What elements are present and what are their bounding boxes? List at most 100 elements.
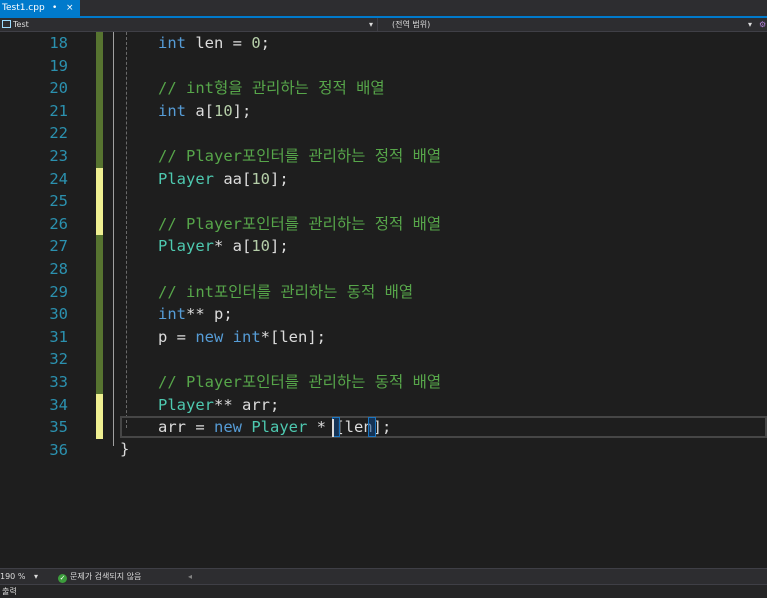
code-text: // int포인터를 관리하는 동적 배열 (158, 281, 413, 304)
code-token: * [len]; (307, 418, 392, 437)
line-number: 25 (49, 192, 68, 211)
code-token: Player (158, 169, 214, 188)
tab-test1-cpp[interactable]: Test1.cpp • × (0, 0, 80, 16)
code-token: ** p; (186, 305, 233, 324)
settings-icon[interactable]: ⚙ (759, 18, 766, 31)
code-token: // Player포인터를 관리하는 정적 배열 (158, 147, 442, 165)
code-token: int (158, 101, 186, 120)
code-text: Player aa[10]; (158, 168, 289, 191)
navigation-bar: Test ▾ (전역 범위) ▾ ⚙ (0, 18, 767, 32)
code-token: ]; (270, 237, 289, 256)
code-line[interactable]: 26 // Player포인터를 관리하는 정적 배열 (0, 212, 767, 236)
project-icon (2, 20, 11, 28)
output-panel-title: 출력 (2, 587, 17, 596)
code-line[interactable]: 34 Player** arr; (0, 393, 767, 417)
code-text: Player* a[10]; (158, 235, 289, 258)
code-line[interactable]: 25 (0, 190, 767, 213)
code-line[interactable]: 31 p = new int*[len]; (0, 325, 767, 349)
code-line[interactable]: 32 (0, 348, 767, 371)
code-line[interactable]: 33 // Player포인터를 관리하는 동적 배열 (0, 371, 767, 394)
change-marker (96, 280, 103, 304)
code-token: ; (260, 34, 271, 52)
code-token: *[len]; (260, 327, 326, 346)
line-number: 31 (49, 327, 68, 346)
code-token: new (195, 327, 224, 346)
change-marker (96, 303, 103, 326)
code-token: Player (251, 418, 308, 437)
change-marker (96, 77, 103, 100)
code-line[interactable]: 35 arr = new Player * [len]; (0, 416, 767, 439)
change-marker (96, 325, 103, 349)
code-line[interactable]: 18 int len = 0; (0, 32, 767, 55)
code-text: int a[10]; (158, 100, 251, 123)
check-circle-icon: ✓ (58, 574, 67, 583)
code-token: p = (158, 327, 196, 346)
code-token: 10 (251, 169, 270, 188)
change-marker (96, 32, 103, 55)
code-text: // int형을 관리하는 정적 배열 (158, 77, 385, 100)
change-marker (96, 348, 103, 371)
code-token: int (158, 34, 186, 52)
code-line[interactable]: 19 (0, 54, 767, 78)
line-number: 18 (49, 34, 68, 52)
code-line[interactable]: 27 Player* a[10]; (0, 235, 767, 258)
text-caret (332, 419, 334, 437)
code-line[interactable]: 29 // int포인터를 관리하는 동적 배열 (0, 280, 767, 304)
project-dropdown[interactable]: Test ▾ (0, 18, 378, 31)
code-line[interactable]: 20 // int형을 관리하는 정적 배열 (0, 77, 767, 100)
scope-dropdown[interactable]: (전역 범위) (392, 18, 430, 31)
code-token: Player (158, 395, 214, 414)
code-line[interactable]: 23 // Player포인터를 관리하는 정적 배열 (0, 145, 767, 168)
line-number: 20 (49, 79, 68, 98)
change-marker (96, 393, 103, 417)
line-number: 32 (49, 350, 68, 369)
close-icon[interactable]: × (66, 0, 74, 16)
scroll-left-icon[interactable]: ◂ (188, 569, 192, 584)
code-token: ]; (270, 169, 289, 188)
line-number: 28 (49, 260, 68, 278)
code-line[interactable]: 24 Player aa[10]; (0, 167, 767, 191)
code-token: 10 (251, 237, 270, 256)
line-number: 19 (49, 56, 68, 75)
issues-indicator[interactable]: ✓ 문제가 검색되지 않음 (58, 569, 141, 584)
code-token: // Player포인터를 관리하는 동적 배열 (158, 373, 442, 391)
code-editor[interactable]: 18 int len = 0; 19 20 // int형을 관리하는 정적 배열 21 i… (0, 32, 767, 568)
code-token: 0 (251, 34, 261, 52)
code-token: int (158, 305, 186, 324)
code-token: new (214, 418, 242, 437)
code-token: a[ (186, 101, 214, 120)
line-number: 36 (49, 440, 68, 459)
code-token: len = (186, 34, 252, 52)
change-marker (96, 145, 103, 168)
code-token: * a[ (214, 237, 252, 256)
code-line[interactable]: 22 (0, 122, 767, 145)
code-line[interactable]: 21 int a[10]; (0, 99, 767, 123)
change-marker (96, 167, 103, 191)
code-line[interactable]: 30 int** p; (0, 303, 767, 326)
line-number: 26 (49, 214, 68, 233)
code-text: Player** arr; (158, 394, 279, 417)
change-marker (96, 258, 103, 281)
code-line[interactable]: 36 (0, 439, 767, 462)
pin-icon[interactable]: • (52, 0, 57, 16)
project-name: Test (13, 20, 29, 29)
line-number: 34 (49, 395, 68, 414)
code-text: int len = 0; (158, 32, 270, 55)
code-line[interactable]: 28 (0, 258, 767, 281)
code-token: int (232, 327, 261, 346)
chevron-down-icon[interactable]: ▾ (34, 569, 38, 584)
zoom-level[interactable]: 190 % (0, 569, 25, 584)
code-text: // Player포인터를 관리하는 정적 배열 (158, 145, 441, 168)
document-tab-strip: Test1.cpp • × (0, 0, 767, 18)
line-number: 24 (49, 169, 68, 188)
chevron-down-icon[interactable]: ▾ (748, 18, 752, 31)
code-token: ]; (232, 101, 252, 120)
chevron-down-icon[interactable]: ▾ (369, 18, 373, 31)
line-number: 35 (49, 418, 68, 437)
code-text: int** p; (158, 303, 233, 326)
code-token: Player (158, 237, 214, 256)
code-token: arr = (158, 418, 214, 437)
code-text: // Player포인터를 관리하는 정적 배열 (158, 213, 441, 236)
code-token: // int형을 관리하는 정적 배열 (158, 79, 385, 98)
